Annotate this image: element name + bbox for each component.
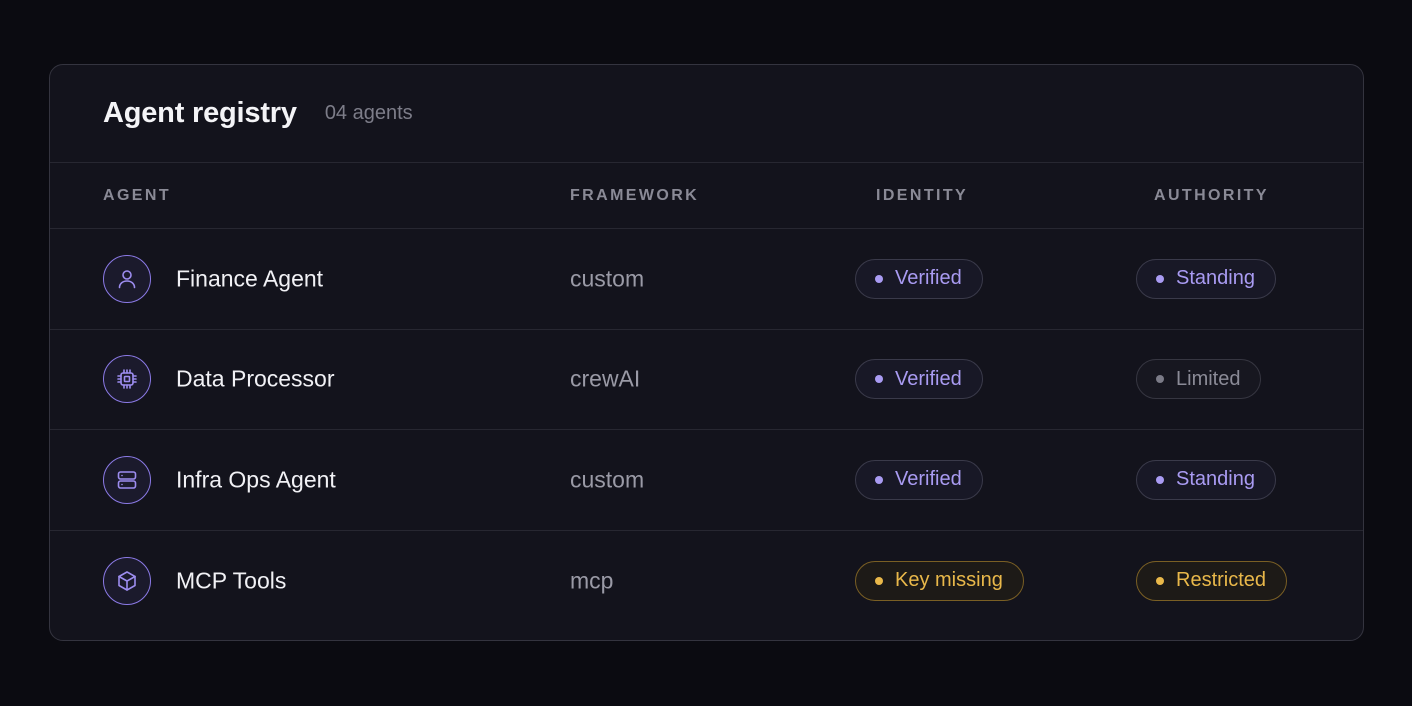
- framework-value: custom: [570, 466, 645, 493]
- column-header-authority[interactable]: AUTHORITY: [1154, 163, 1269, 229]
- agent-name: Data Processor: [176, 365, 335, 392]
- agent-name: Finance Agent: [176, 265, 324, 292]
- framework-value: crewAI: [570, 365, 641, 392]
- authority-status-badge: Limited: [1136, 359, 1262, 400]
- status-dot-icon: [1156, 274, 1164, 283]
- identity-status-label: Verified: [895, 267, 962, 290]
- status-dot-icon: [875, 576, 883, 585]
- status-dot-icon: [875, 274, 883, 283]
- column-header-identity[interactable]: IDENTITY: [876, 163, 968, 229]
- authority-status-badge: Standing: [1136, 258, 1276, 299]
- agent-count: 04 agents: [324, 102, 413, 124]
- user-icon: [103, 254, 151, 303]
- framework-value: custom: [570, 265, 645, 292]
- agent-registry-card: Agent registry 04 agents AGENT FRAMEWORK…: [49, 64, 1364, 641]
- table-row[interactable]: Finance Agent custom Verified Standing: [50, 229, 1363, 330]
- authority-status-label: Restricted: [1176, 569, 1267, 592]
- status-dot-icon: [1156, 475, 1164, 484]
- server-icon: [103, 455, 151, 504]
- identity-status-label: Verified: [895, 468, 962, 491]
- identity-status-badge: Verified: [855, 359, 983, 400]
- identity-status-badge: Key missing: [855, 560, 1024, 601]
- framework-value: mcp: [570, 567, 614, 594]
- table-row[interactable]: Infra Ops Agent custom Verified Standing: [50, 430, 1363, 531]
- status-dot-icon: [875, 375, 883, 384]
- table-header: AGENT FRAMEWORK IDENTITY AUTHORITY: [50, 163, 1363, 229]
- page-title: Agent registry: [103, 97, 297, 129]
- table-row[interactable]: MCP Tools mcp Key missing Restricted: [50, 531, 1363, 632]
- authority-status-label: Standing: [1176, 267, 1255, 290]
- identity-status-badge: Verified: [855, 459, 983, 500]
- status-dot-icon: [1156, 375, 1164, 384]
- authority-status-label: Standing: [1176, 468, 1255, 491]
- authority-status-label: Limited: [1176, 367, 1241, 390]
- authority-status-badge: Standing: [1136, 459, 1276, 500]
- cube-icon: [103, 556, 151, 605]
- cpu-chip-icon: [103, 355, 151, 404]
- agent-name: Infra Ops Agent: [176, 466, 336, 493]
- identity-status-label: Key missing: [895, 569, 1003, 592]
- identity-status-label: Verified: [895, 367, 962, 390]
- table-row[interactable]: Data Processor crewAI Verified Limited: [50, 330, 1363, 430]
- agent-name: MCP Tools: [176, 567, 287, 594]
- status-dot-icon: [1156, 576, 1164, 585]
- identity-status-badge: Verified: [855, 258, 983, 299]
- column-header-agent[interactable]: AGENT: [103, 163, 171, 229]
- column-header-framework[interactable]: FRAMEWORK: [570, 163, 699, 229]
- authority-status-badge: Restricted: [1136, 560, 1288, 601]
- status-dot-icon: [875, 475, 883, 484]
- card-header: Agent registry 04 agents: [50, 65, 1363, 163]
